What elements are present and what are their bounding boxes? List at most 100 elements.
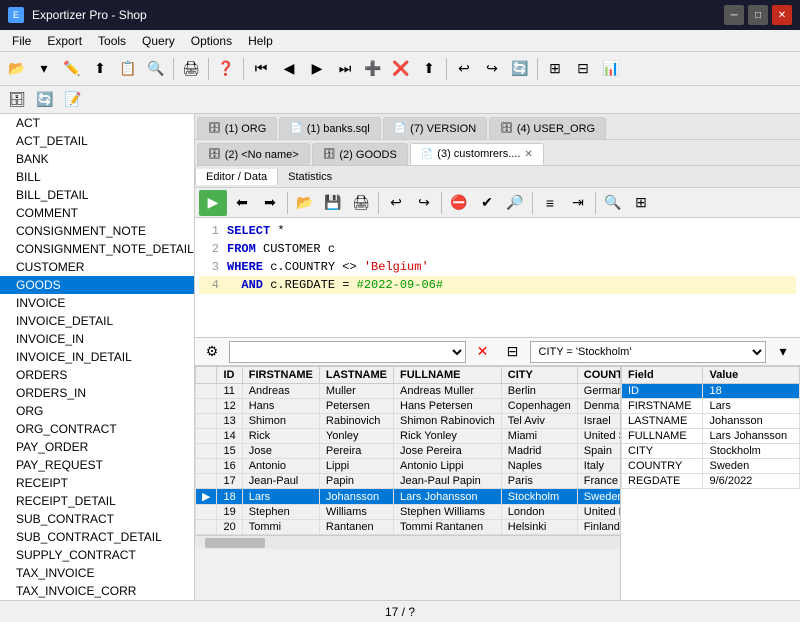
sidebar-item-receipt[interactable]: RECEIPT (0, 474, 194, 492)
right-panel-row[interactable]: CITYStockholm (622, 444, 800, 459)
ed-save-btn[interactable]: 💾 (320, 190, 346, 216)
editor-tab-data[interactable]: Editor / Data (195, 169, 278, 185)
col-country[interactable]: COUNTRY (577, 367, 620, 384)
tb2-sql-btn[interactable]: 📝 (60, 87, 86, 113)
table-row[interactable]: 20TommiRantanenTommi RantanenHelsinkiFin… (196, 520, 621, 535)
sidebar-item-invoice[interactable]: INVOICE (0, 294, 194, 312)
menu-options[interactable]: Options (183, 32, 240, 50)
ed-redo-btn[interactable]: ↪ (411, 190, 437, 216)
ed-open-btn[interactable]: 📂 (292, 190, 318, 216)
right-panel-row[interactable]: LASTNAMEJohansson (622, 414, 800, 429)
col-city[interactable]: CITY (501, 367, 577, 384)
col-fullname[interactable]: FULLNAME (394, 367, 502, 384)
ed-undo-btn[interactable]: ↩ (383, 190, 409, 216)
ed-check2-btn[interactable]: 🔎 (502, 190, 528, 216)
tb-sort-asc-btn[interactable]: ⬆ (416, 56, 442, 82)
run-btn[interactable]: ▶ (199, 190, 227, 216)
sidebar-item-goods[interactable]: GOODS (0, 276, 194, 294)
sidebar-item-pay-order[interactable]: PAY_ORDER (0, 438, 194, 456)
data-grid[interactable]: ID FIRSTNAME LASTNAME FULLNAME CITY COUN… (195, 366, 620, 600)
tab-goods[interactable]: 🗄 (2) GOODS (312, 143, 408, 165)
menu-export[interactable]: Export (39, 32, 90, 50)
sidebar-item-tax-invoice-corr[interactable]: TAX_INVOICE_CORR (0, 582, 194, 600)
sidebar-item-comment[interactable]: COMMENT (0, 204, 194, 222)
sql-editor[interactable]: 1 SELECT * 2 FROM CUSTOMER c 3 WHERE c.C… (195, 218, 800, 338)
tab-noname[interactable]: 🗄 (2) <No name> (197, 143, 310, 165)
tb2-refresh-btn[interactable]: 🔄 (32, 87, 58, 113)
right-panel-row[interactable]: COUNTRYSweden (622, 459, 800, 474)
close-button[interactable]: ✕ (772, 5, 792, 25)
tab-version[interactable]: 📄 (7) VERSION (383, 117, 487, 139)
tb-add-btn[interactable]: ➕ (360, 56, 386, 82)
col-firstname[interactable]: FIRSTNAME (242, 367, 319, 384)
table-row[interactable]: 19StephenWilliamsStephen WilliamsLondonU… (196, 505, 621, 520)
right-panel-row[interactable]: FULLNAMELars Johansson (622, 429, 800, 444)
filter-dropdown-btn[interactable]: ▾ (770, 339, 796, 365)
sidebar-item-consignment-note[interactable]: CONSIGNMENT_NOTE (0, 222, 194, 240)
sidebar-item-bill[interactable]: BILL (0, 168, 194, 186)
tb-undo-btn[interactable]: ↩ (451, 56, 477, 82)
tab-customers-close[interactable]: ✕ (524, 149, 532, 160)
tb-open-btn[interactable]: 📂 (4, 56, 30, 82)
ed-print-btn[interactable]: 🖨 (348, 190, 374, 216)
maximize-button[interactable]: □ (748, 5, 768, 25)
tab-customers[interactable]: 📄 (3) customrers.... ✕ (410, 143, 544, 165)
menu-file[interactable]: File (4, 32, 39, 50)
col-lastname[interactable]: LASTNAME (319, 367, 393, 384)
right-panel-row[interactable]: FIRSTNAMELars (622, 399, 800, 414)
ed-fwd-btn[interactable]: ➡ (257, 190, 283, 216)
tb-grid-btn[interactable]: ⊞ (542, 56, 568, 82)
tb-delete-btn[interactable]: ❌ (388, 56, 414, 82)
sidebar-item-orders[interactable]: ORDERS (0, 366, 194, 384)
tb-new-btn[interactable]: 📋 (115, 56, 141, 82)
sidebar-item-bill-detail[interactable]: BILL_DETAIL (0, 186, 194, 204)
table-row[interactable]: 17Jean-PaulPapinJean-Paul PapinParisFran… (196, 474, 621, 489)
tb2-btn1[interactable]: 🗄 (4, 87, 30, 113)
menu-help[interactable]: Help (240, 32, 281, 50)
editor-tab-stats[interactable]: Statistics (278, 169, 342, 185)
table-row[interactable]: ▶18LarsJohanssonLars JohanssonStockholmS… (196, 489, 621, 505)
horiz-thumb[interactable] (205, 538, 265, 548)
tb-upload-btn[interactable]: ⬆ (87, 56, 113, 82)
tb-print-btn[interactable]: 🖨 (178, 56, 204, 82)
sidebar-item-tax-invoice[interactable]: TAX_INVOICE (0, 564, 194, 582)
tb-first-btn[interactable]: ⏮ (248, 56, 274, 82)
sidebar-item-org-contract[interactable]: ORG_CONTRACT (0, 420, 194, 438)
tb-dropdown-btn[interactable]: ▾ (31, 56, 57, 82)
sidebar-item-invoice-detail[interactable]: INVOICE_DETAIL (0, 312, 194, 330)
tab-org[interactable]: 🗄 (1) ORG (197, 117, 277, 139)
menu-query[interactable]: Query (134, 32, 183, 50)
sidebar-item-consignment-note-detail[interactable]: CONSIGNMENT_NOTE_DETAIL (0, 240, 194, 258)
ed-find-btn[interactable]: 🔍 (600, 190, 626, 216)
ed-check-btn[interactable]: ✔ (474, 190, 500, 216)
sidebar-item-sub-contract-detail[interactable]: SUB_CONTRACT_DETAIL (0, 528, 194, 546)
sidebar-item-supply-contract[interactable]: SUPPLY_CONTRACT (0, 546, 194, 564)
table-row[interactable]: 13ShimonRabinovichShimon RabinovichTel A… (196, 414, 621, 429)
menu-tools[interactable]: Tools (90, 32, 134, 50)
sidebar-item-customer[interactable]: CUSTOMER (0, 258, 194, 276)
table-row[interactable]: 14RickYonleyRick YonleyMiamiUnited State (196, 429, 621, 444)
sidebar-item-act-detail[interactable]: ACT_DETAIL (0, 132, 194, 150)
sidebar-item-pay-request[interactable]: PAY_REQUEST (0, 456, 194, 474)
sidebar-item-act[interactable]: ACT (0, 114, 194, 132)
tb-redo-btn[interactable]: ↪ (479, 56, 505, 82)
ed-extra-btn[interactable]: ⊞ (628, 190, 654, 216)
tb-help-btn[interactable]: ❓ (213, 56, 239, 82)
tb-refresh-btn[interactable]: 🔄 (507, 56, 533, 82)
ed-indent-btn[interactable]: ⇥ (565, 190, 591, 216)
sidebar-item-bank[interactable]: BANK (0, 150, 194, 168)
sidebar-item-orders-in[interactable]: ORDERS_IN (0, 384, 194, 402)
tb-col-btn[interactable]: ⊟ (570, 56, 596, 82)
sidebar-item-sub-contract[interactable]: SUB_CONTRACT (0, 510, 194, 528)
minimize-button[interactable]: ─ (724, 5, 744, 25)
tb-last-btn[interactable]: ⏭ (332, 56, 358, 82)
ed-stop-btn[interactable]: ⛔ (446, 190, 472, 216)
tb-next-btn[interactable]: ▶ (304, 56, 330, 82)
table-row[interactable]: 11AndreasMullerAndreas MullerBerlinGerma… (196, 384, 621, 399)
sidebar-item-receipt-detail[interactable]: RECEIPT_DETAIL (0, 492, 194, 510)
right-panel-row[interactable]: REGDATE9/6/2022 (622, 474, 800, 489)
right-panel-row[interactable]: ID18 (622, 384, 800, 399)
sidebar-item-org[interactable]: ORG (0, 402, 194, 420)
tb-prev-btn[interactable]: ◀ (276, 56, 302, 82)
tb-search-btn[interactable]: 🔍 (143, 56, 169, 82)
